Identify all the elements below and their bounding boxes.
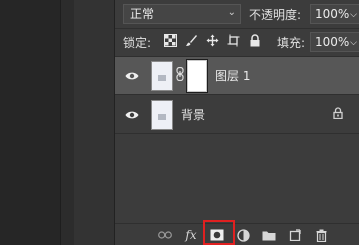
- lock-move-icon[interactable]: [205, 33, 220, 48]
- eye-icon[interactable]: [125, 108, 139, 122]
- lock-icons: [163, 33, 262, 48]
- fx-icon[interactable]: fx: [183, 227, 199, 243]
- lock-label: 锁定:: [123, 36, 152, 50]
- blend-opacity-row: 正常 ⌄ 不透明度: 100% ⌵: [123, 4, 359, 26]
- image-icon: [158, 75, 166, 81]
- lock-transparent-icon[interactable]: [163, 33, 178, 48]
- blend-mode-value: 正常: [130, 7, 155, 21]
- lock-artboard-icon[interactable]: [226, 33, 241, 48]
- lock-fill-row: 锁定: 填充: 100% ⌵: [123, 32, 359, 52]
- lock-brush-icon[interactable]: [184, 33, 199, 48]
- layer-thumbnail[interactable]: [151, 61, 173, 91]
- chevron-down-icon[interactable]: ⌵: [350, 35, 357, 51]
- opacity-label: 不透明度:: [249, 8, 302, 22]
- divider: [115, 28, 359, 29]
- panel-gutter: [74, 0, 114, 245]
- layer-row-layer1[interactable]: 图层 1: [115, 57, 359, 95]
- new-group-icon[interactable]: [261, 227, 277, 243]
- layer-name[interactable]: 图层 1: [215, 67, 250, 84]
- bottom-icons: fx: [157, 227, 329, 243]
- lock-all-icon[interactable]: [247, 33, 262, 48]
- add-mask-icon[interactable]: [209, 227, 225, 243]
- layer-row-background[interactable]: 背景: [115, 96, 359, 134]
- opacity-input[interactable]: 100% ⌵: [310, 4, 359, 24]
- chevron-down-icon: ⌄: [227, 7, 236, 18]
- link-layers-icon[interactable]: [157, 227, 173, 243]
- lock-icon: [333, 107, 343, 122]
- fill-label: 填充:: [277, 36, 306, 50]
- image-icon: [158, 114, 166, 120]
- layers-panel: 正常 ⌄ 不透明度: 100% ⌵ 锁定: 填充: 100% ⌵ 图层 1 背景…: [114, 0, 359, 245]
- canvas-area[interactable]: [0, 0, 60, 245]
- layer-thumbnail[interactable]: [151, 100, 173, 130]
- opacity-value: 100%: [315, 7, 350, 21]
- fill-value: 100%: [315, 35, 350, 49]
- canvas-edge: [60, 0, 74, 245]
- chevron-down-icon[interactable]: ⌵: [350, 7, 357, 23]
- eye-icon[interactable]: [125, 69, 139, 83]
- blend-mode-select[interactable]: 正常 ⌄: [123, 4, 241, 24]
- fill-input[interactable]: 100% ⌵: [310, 32, 359, 52]
- chain-link-icon[interactable]: [176, 66, 184, 84]
- layer-mask-thumbnail[interactable]: [186, 59, 208, 93]
- delete-icon[interactable]: [313, 227, 329, 243]
- adjustment-layer-icon[interactable]: [235, 227, 251, 243]
- new-layer-icon[interactable]: [287, 227, 303, 243]
- layers-bottom-toolbar: fx: [115, 220, 359, 245]
- layer-name[interactable]: 背景: [181, 106, 205, 123]
